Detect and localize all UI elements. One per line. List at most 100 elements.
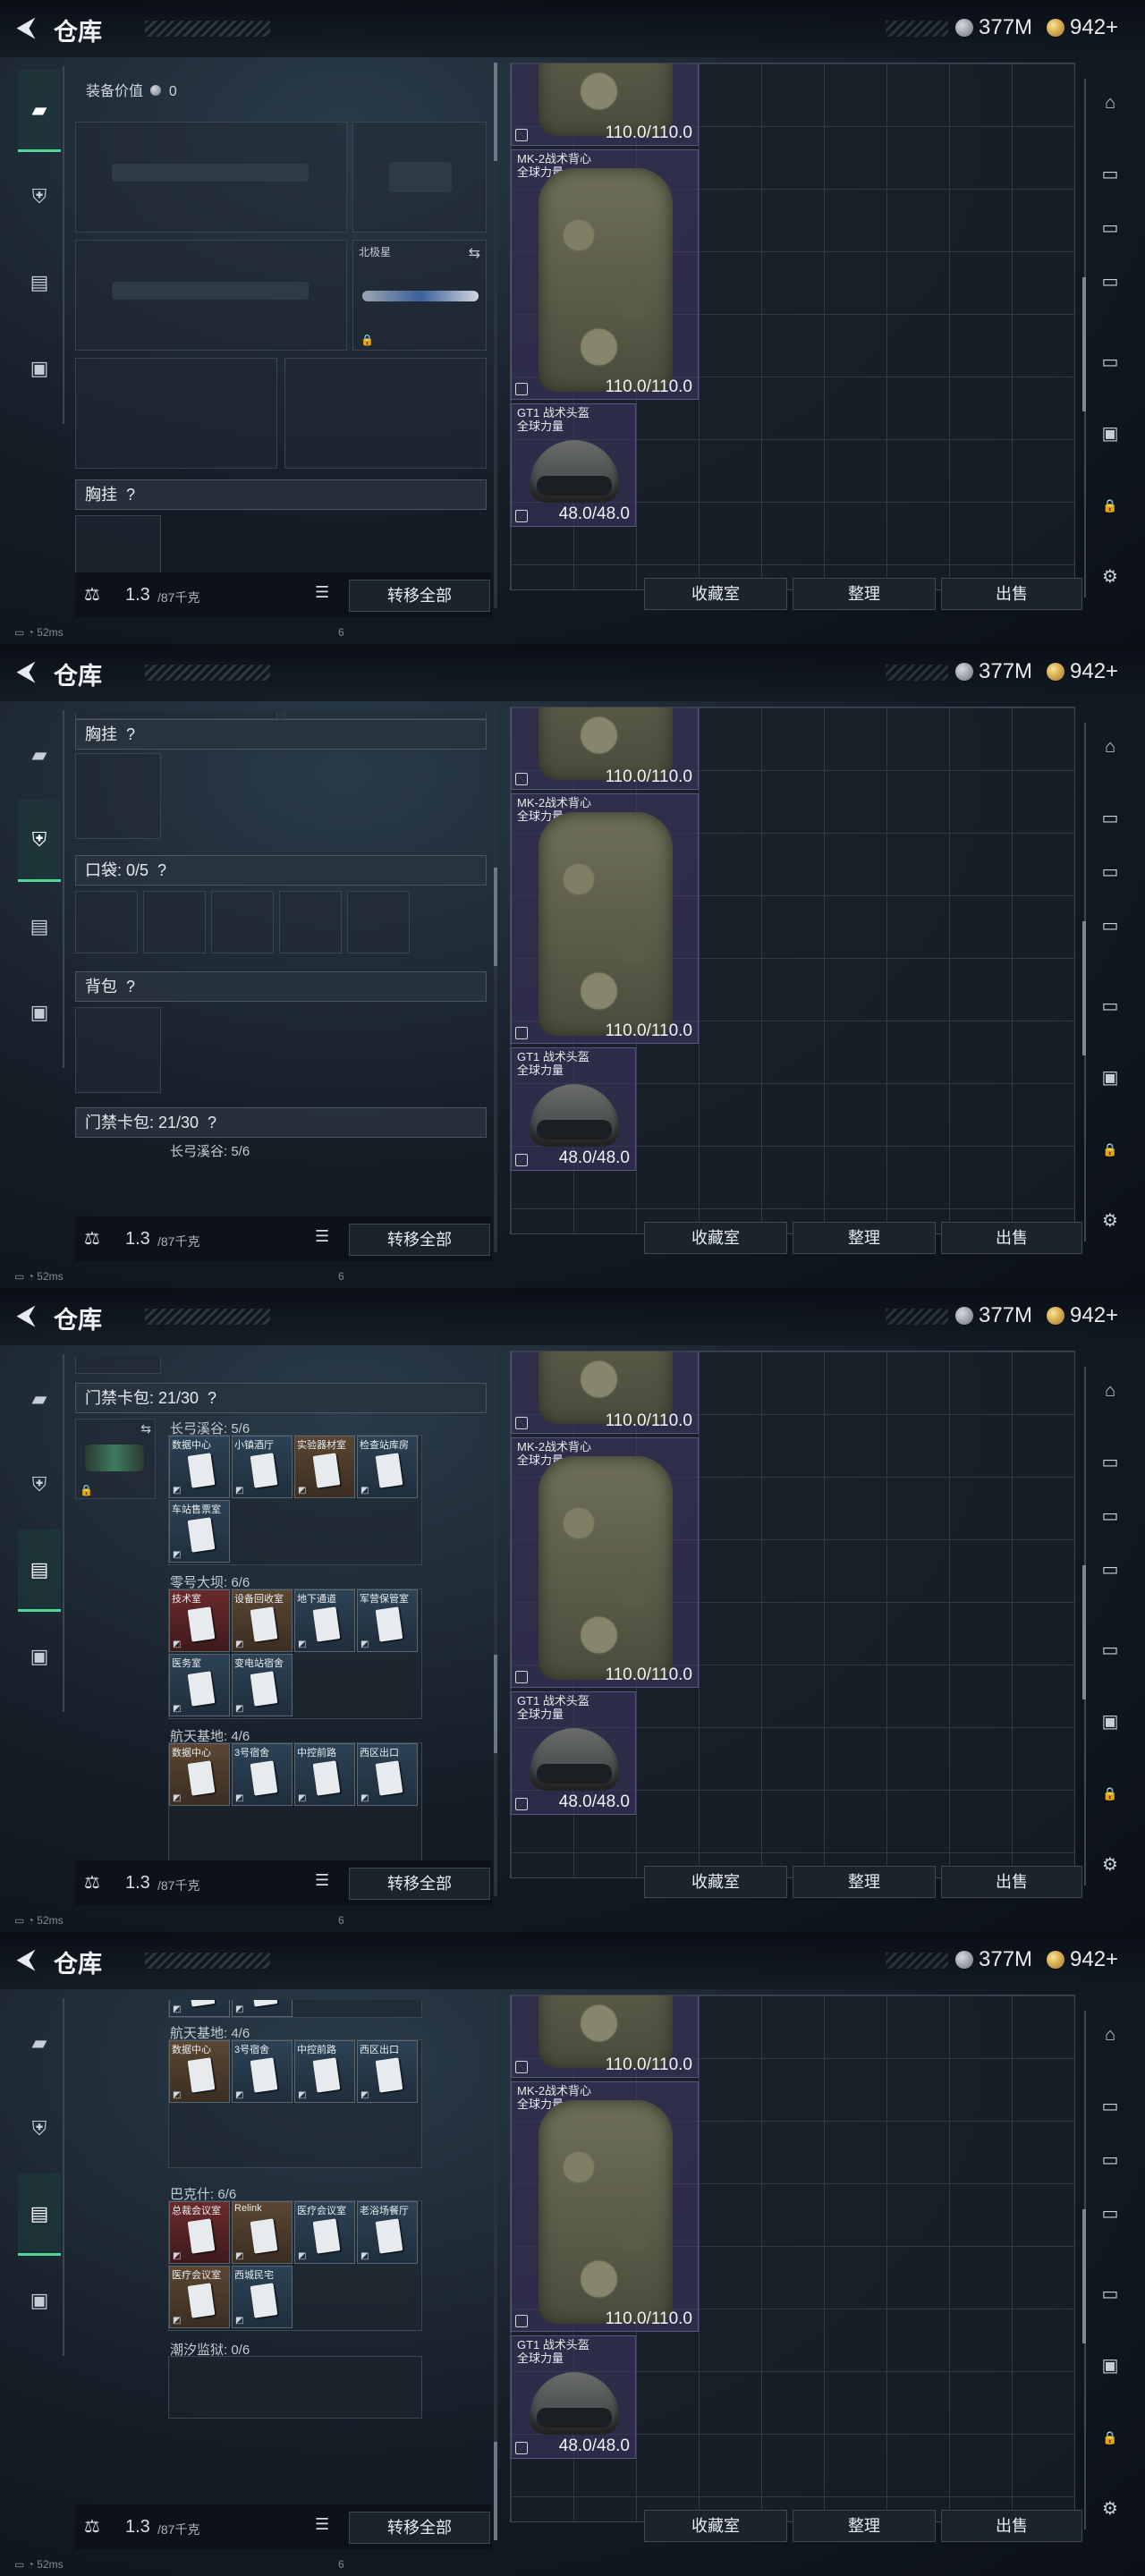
sort-button[interactable]: 整理 [793,1866,936,1898]
keycard[interactable]: ◩ [232,2000,293,2017]
back-arrow-icon[interactable]: ⮜ [11,657,41,687]
keycard[interactable]: 西区出口 ◩ [357,1743,418,1806]
scroll-thumb[interactable] [494,2442,497,2540]
keycard[interactable]: 数据中心 ◩ [169,1436,230,1498]
panel-scrollbar[interactable] [494,707,497,1252]
settings-gear-icon[interactable]: ⚙ [1095,1206,1125,1236]
stash-page-5-icon[interactable]: ▣ [1095,1063,1125,1093]
keycard[interactable]: Relink ◩ [232,2201,293,2264]
pocket-slot[interactable] [75,891,138,953]
sort-button[interactable]: 整理 [793,1222,936,1254]
stash-page-2-icon[interactable]: ▭ [1095,1501,1125,1531]
nav-keycard-tab[interactable]: ▤ [18,886,61,968]
safe-icon[interactable]: ⌂ [1095,88,1125,118]
safe-icon[interactable]: ⌂ [1095,2020,1125,2050]
stash-item-vest-2[interactable]: MK-2战术背心 全球力量 110.0/110.0 [511,149,699,400]
lock-icon[interactable]: 🔒 [1095,1134,1125,1165]
sell-button[interactable]: 出售 [941,1866,1082,1898]
stash-page-5-icon[interactable]: ▣ [1095,2351,1125,2381]
nav-weapon-tab[interactable]: ▰ [18,714,61,796]
collection-button[interactable]: 收藏室 [644,2510,787,2542]
nav-weapon-tab[interactable]: ▰ [18,2002,61,2084]
help-icon[interactable]: ? [126,978,135,996]
helmet-slot[interactable] [75,712,277,719]
panel-scrollbar[interactable] [494,63,497,608]
sort-button[interactable]: 整理 [793,2510,936,2542]
pocket-slot[interactable] [143,891,206,953]
stash-item-helmet[interactable]: GT1 战术头盔 全球力量 48.0/48.0 [511,1047,636,1171]
stash-grid[interactable]: 110.0/110.0 MK-2战术背心 全球力量 110.0/110.0 GT1… [510,63,1075,590]
pistol-slot[interactable] [352,122,487,233]
silver-currency[interactable]: 377M [955,659,1032,684]
secondary-weapon-slot[interactable] [75,240,347,351]
help-icon[interactable]: ? [208,1389,216,1407]
settings-gear-icon[interactable]: ⚙ [1095,2494,1125,2524]
list-icon[interactable]: ☰ [315,1871,329,1890]
stash-page-3-icon[interactable]: ▭ [1095,267,1125,297]
keycard[interactable]: 3号宿舍 ◩ [232,1743,293,1806]
keycard-case-slot[interactable]: ⇆ 🔒 [75,1419,156,1499]
stash-item-vest-2[interactable]: MK-2战术背心 全球力量 110.0/110.0 [511,793,699,1044]
back-arrow-icon[interactable]: ⮜ [11,13,41,43]
stash-page-2-icon[interactable]: ▭ [1095,2145,1125,2175]
keycard[interactable]: 医疗会议室 ◩ [169,2266,230,2328]
stash-page-3-icon[interactable]: ▭ [1095,911,1125,941]
transfer-all-button[interactable]: 转移全部 [349,1224,490,1256]
sort-button[interactable]: 整理 [793,578,936,610]
keycard[interactable]: 实验器材室 ◩ [294,1436,355,1498]
stash-grid[interactable]: 110.0/110.0 MK-2战术背心 全球力量 110.0/110.0 GT1… [510,1351,1075,1878]
silver-currency[interactable]: 377M [955,1303,1032,1328]
stash-grid[interactable]: 110.0/110.0 MK-2战术背心 全球力量 110.0/110.0 GT1… [510,707,1075,1234]
nav-armor-tab[interactable]: ⛨ [18,1444,61,1526]
stash-item-helmet[interactable]: GT1 战术头盔 全球力量 48.0/48.0 [511,403,636,527]
stash-page-2-icon[interactable]: ▭ [1095,213,1125,243]
keycard[interactable]: 小镇酒厅 ◩ [232,1436,293,1498]
keycard[interactable]: 变电站宿舍 ◩ [232,1654,293,1716]
settings-gear-icon[interactable]: ⚙ [1095,562,1125,592]
gold-currency[interactable]: 942+ [1047,1303,1118,1328]
help-icon[interactable]: ? [126,725,135,743]
help-icon[interactable]: ? [208,1114,216,1131]
list-icon[interactable]: ☰ [315,583,329,602]
safe-icon[interactable]: ⌂ [1095,732,1125,762]
keycard[interactable]: 老浴场餐厅 ◩ [357,2201,418,2264]
safe-icon[interactable]: ⌂ [1095,1376,1125,1406]
nav-case-tab[interactable]: ▣ [18,971,61,1054]
collection-button[interactable]: 收藏室 [644,1222,787,1254]
sell-button[interactable]: 出售 [941,578,1082,610]
keycard[interactable]: 总裁会议室 ◩ [169,2201,230,2264]
primary-weapon-slot[interactable] [75,122,347,233]
keycard[interactable]: 技术室 ◩ [169,1589,230,1652]
keycard[interactable]: 医疗会议室 ◩ [294,2201,355,2264]
stash-page-1-icon[interactable]: ▭ [1095,159,1125,190]
pocket-slot[interactable] [347,891,410,953]
stash-item-vest-1[interactable]: 110.0/110.0 [511,708,699,790]
backpack-slot[interactable] [75,1007,161,1093]
stash-item-vest-2[interactable]: MK-2战术背心 全球力量 110.0/110.0 [511,2081,699,2332]
stash-page-4-icon[interactable]: ▭ [1095,347,1125,377]
pocket-slot[interactable] [279,891,342,953]
chest-rig-slot[interactable] [75,753,161,839]
nav-case-tab[interactable]: ▣ [18,327,61,410]
keycard[interactable]: 车站售票室 ◩ [169,1500,230,1563]
help-icon[interactable]: ? [157,861,166,879]
nav-keycard-tab[interactable]: ▤ [18,2174,61,2256]
right-scroll-thumb[interactable] [1082,921,1086,1055]
transfer-all-button[interactable]: 转移全部 [349,1868,490,1900]
collection-button[interactable]: 收藏室 [644,1866,787,1898]
nav-weapon-tab[interactable]: ▰ [18,70,61,152]
keycard[interactable]: 设备回收室 ◩ [232,1589,293,1652]
panel-scrollbar[interactable] [494,1995,497,2540]
transfer-all-button[interactable]: 转移全部 [349,2512,490,2544]
stash-page-4-icon[interactable]: ▭ [1095,991,1125,1021]
stash-item-vest-1[interactable]: 110.0/110.0 [511,1352,699,1434]
nav-case-tab[interactable]: ▣ [18,1615,61,1698]
silver-currency[interactable]: 377M [955,1947,1032,1972]
lock-icon[interactable]: 🔒 [1095,490,1125,521]
swap-icon[interactable]: ⇆ [140,1421,151,1436]
keycard[interactable]: 地下通道 ◩ [294,1589,355,1652]
nav-armor-tab[interactable]: ⛨ [18,156,61,238]
nav-case-tab[interactable]: ▣ [18,2259,61,2342]
gold-currency[interactable]: 942+ [1047,15,1118,40]
nav-keycard-tab[interactable]: ▤ [18,242,61,324]
